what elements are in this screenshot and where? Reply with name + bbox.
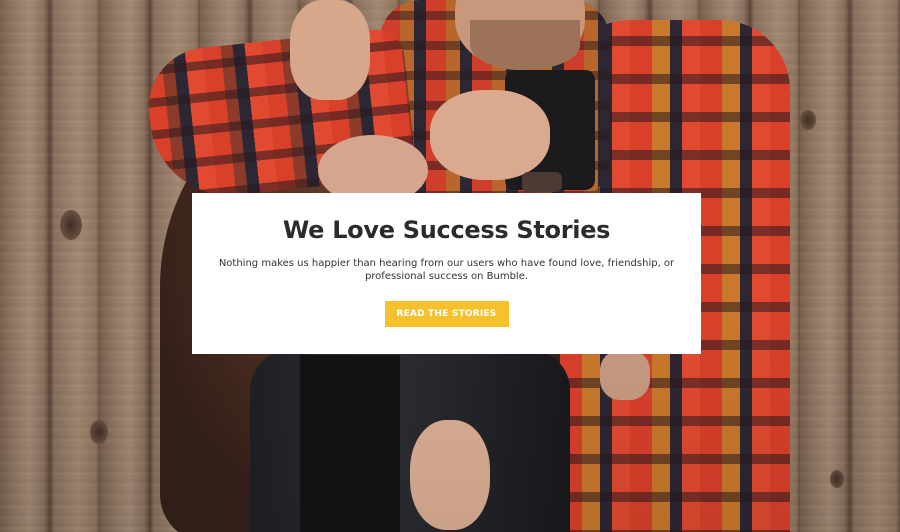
success-stories-card: We Love Success Stories Nothing makes us… [192, 193, 701, 354]
card-title: We Love Success Stories [282, 216, 611, 244]
read-stories-button[interactable]: READ THE STORIES [384, 301, 509, 327]
card-description: Nothing makes us happier than hearing fr… [218, 258, 675, 282]
